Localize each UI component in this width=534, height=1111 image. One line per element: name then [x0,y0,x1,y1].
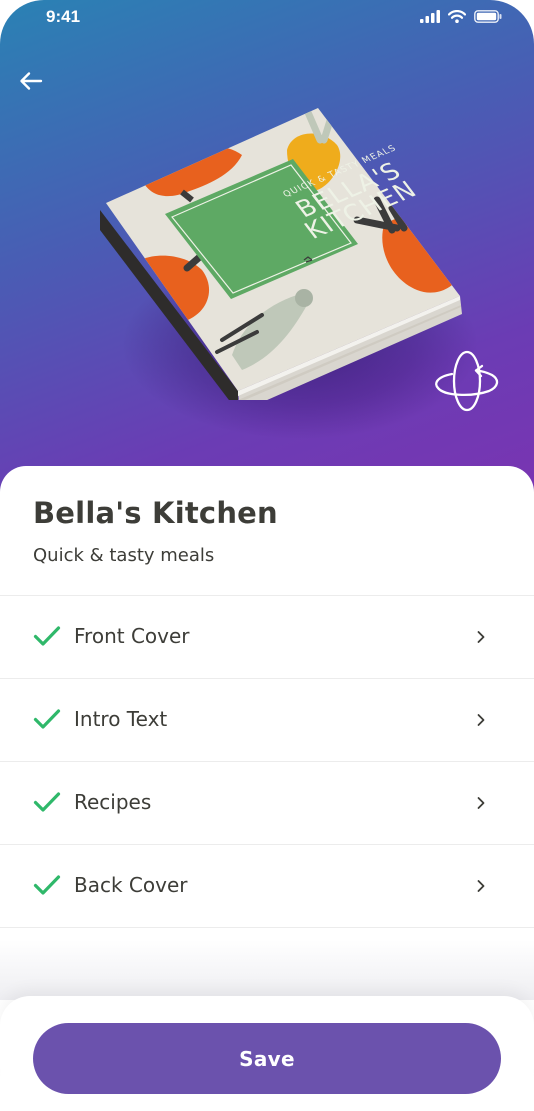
footer-fade [0,940,534,1000]
chevron-right-icon [477,880,485,892]
check-icon [33,709,61,729]
wifi-icon [448,10,466,23]
section-label: Intro Text [74,707,168,731]
status-time: 9:41 [46,7,81,26]
battery-icon [474,10,502,23]
rotate-view-button[interactable] [432,346,502,416]
check-icon [33,626,61,646]
phone-screen: 9:41 QUICK & TASTY MEALS BELLA'S KITCHEN… [0,0,534,1111]
check-icon [33,875,61,895]
chevron-right-icon [477,797,485,809]
section-row-recipes[interactable]: Recipes [0,762,534,845]
book-cover-preview: QUICK & TASTY MEALS BELLA'S KITCHEN [100,108,462,400]
book-preview-hero: 9:41 QUICK & TASTY MEALS BELLA'S KITCHEN [0,0,534,500]
book-subtitle: Quick & tasty meals [33,545,215,566]
section-row-back-cover[interactable]: Back Cover [0,845,534,928]
section-label: Back Cover [74,873,188,897]
section-row-front-cover[interactable]: Front Cover [0,596,534,679]
rotate-3d-icon [435,350,499,412]
chevron-right-icon [477,714,485,726]
signal-icon [420,10,440,23]
check-icon [33,792,61,812]
back-button[interactable] [14,64,48,98]
chevron-right-icon [477,631,485,643]
status-bar: 9:41 [0,0,534,40]
book-title: Bella's Kitchen [33,496,278,530]
section-label: Recipes [74,790,152,814]
status-icons [420,10,502,23]
section-label: Front Cover [74,624,190,648]
footer-bar: Save [0,996,534,1111]
section-list: Front Cover Intro Text Recipes Back Cove… [0,595,534,928]
arrow-left-icon [20,72,43,90]
save-button[interactable]: Save [33,1023,501,1094]
section-row-intro-text[interactable]: Intro Text [0,679,534,762]
